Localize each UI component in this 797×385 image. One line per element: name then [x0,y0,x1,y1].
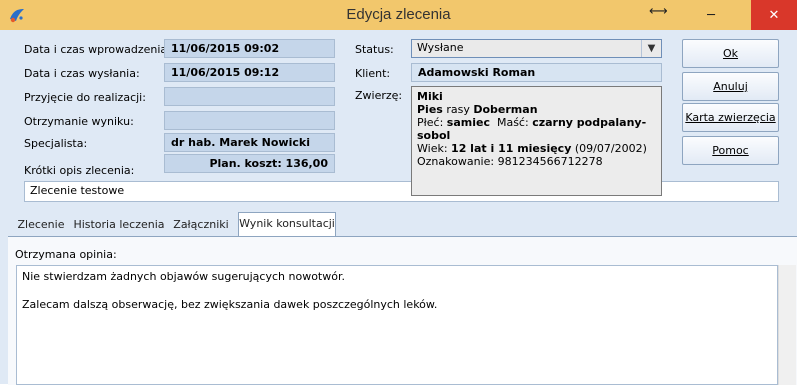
tab-consultation-result[interactable]: Wynik konsultacji [238,212,336,236]
animal-sex: samiec [446,116,490,129]
tab-strip: Zlecenie Historia leczenia Załączniki Wy… [8,210,797,236]
status-select[interactable]: Wysłane ▼ [411,39,662,58]
result-label: Otrzymanie wyniku: [24,115,134,128]
animal-color-label: Maść: [496,116,529,129]
plan-cost: Plan. koszt: 136,00 [164,154,335,173]
animal-sex-label: Płeć: [417,116,444,129]
help-button[interactable]: Pomoc [682,136,779,165]
accepted-label: Przyjęcie do realizacji: [24,91,146,104]
status-value: Wysłane [417,41,464,54]
tab-order[interactable]: Zlecenie [12,214,70,236]
scrollbar[interactable] [778,265,796,385]
title-bar: Edycja zlecenia ⟷ ─ ✕ [0,0,797,30]
accepted-value [164,87,335,106]
opinion-line-1: Nie stwierdzam żadnych objawów sugerując… [22,270,345,283]
entered-label: Data i czas wprowadzenia: [24,43,171,56]
consultation-panel: Otrzymana opinia: Nie stwierdzam żadnych… [8,236,797,385]
animal-info: Miki Pies rasy Doberman Płeć: samiec Maś… [411,86,662,196]
specialist-value: dr hab. Marek Nowicki [164,133,335,152]
animal-species: Pies [417,103,443,116]
window-title: Edycja zlecenia [346,6,451,23]
desc-label: Krótki opis zlecenia: [24,164,135,177]
animal-card-button[interactable]: Karta zwierzęcia [682,103,779,132]
specialist-label: Specjalista: [24,137,88,150]
opinion-line-2: Zalecam dalszą obserwację, bez zwiększan… [22,298,438,311]
cancel-button[interactable]: Anuluj [682,72,779,101]
resize-icon[interactable]: ⟷ [649,4,668,19]
ok-button[interactable]: Ok [682,39,779,68]
animal-age-label: Wiek: [417,142,448,155]
minimize-icon: ─ [707,7,715,23]
opinion-label: Otrzymana opinia: [15,248,117,261]
minimize-button[interactable]: ─ [696,0,726,30]
sent-value: 11/06/2015 09:12 [164,63,335,82]
animal-breed: Doberman [473,103,538,116]
client-label: Klient: [355,67,391,80]
opinion-textarea[interactable]: Nie stwierdzam żadnych objawów sugerując… [16,265,778,385]
chevron-down-icon[interactable]: ▼ [641,40,661,57]
close-icon: ✕ [768,7,780,23]
animal-tag-label: Oznakowanie: [417,155,495,168]
animal-tag: 981234566712278 [497,155,603,168]
animal-birth: (09/07/2002) [574,142,647,155]
client-value: Adamowski Roman [411,63,662,82]
entered-value: 11/06/2015 09:02 [164,39,335,58]
sent-label: Data i czas wysłania: [24,67,140,80]
tab-attachments[interactable]: Załączniki [170,214,232,236]
status-label: Status: [355,43,394,56]
animal-breed-prefix: rasy [446,103,470,116]
animal-name: Miki [417,90,443,103]
tab-treatment-history[interactable]: Historia leczenia [72,214,166,236]
animal-age: 12 lat i 11 miesięcy [451,142,572,155]
animal-label: Zwierzę: [355,89,403,102]
close-button[interactable]: ✕ [751,0,797,30]
desc-input[interactable]: Zlecenie testowe [24,181,779,202]
dialog-body: Data i czas wprowadzenia: 11/06/2015 09:… [0,30,797,385]
result-value [164,111,335,130]
